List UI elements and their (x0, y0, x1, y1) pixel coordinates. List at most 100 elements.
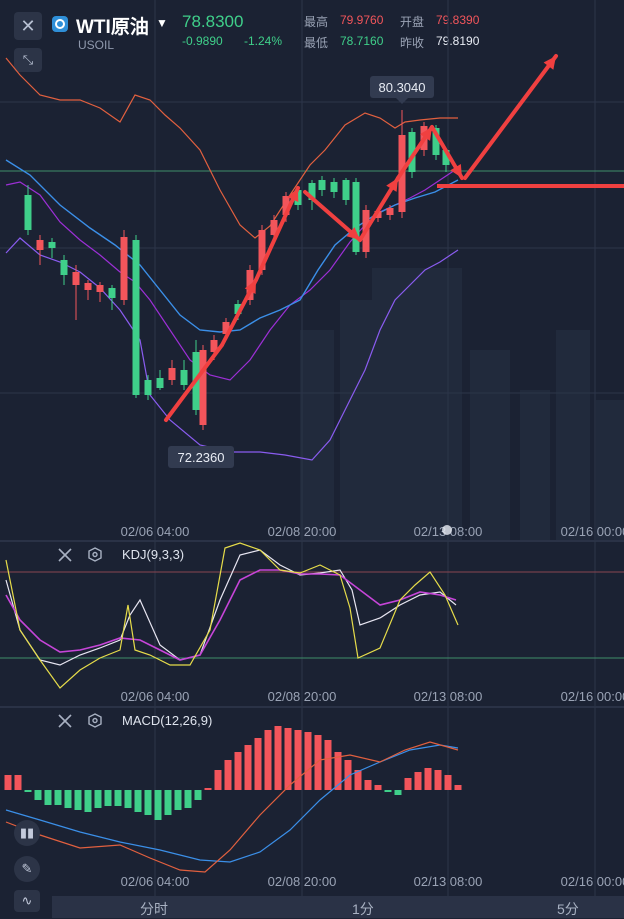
tab-timeshare[interactable]: 分时 (140, 899, 168, 919)
macd-histogram-bar (434, 770, 442, 790)
macd-histogram-bar (154, 790, 162, 820)
candle-body (342, 180, 350, 200)
macd-histogram-bar (384, 790, 392, 792)
time-label: 02/08 20:00 (268, 524, 337, 539)
macd-grid (154, 707, 596, 896)
time-label: 02/06 04:00 (121, 524, 190, 539)
chart-canvas[interactable]: 80.3040 72.2360 02/06 04:00 02/08 20:00 … (0, 0, 624, 896)
kdj-k-line (5, 549, 457, 666)
kdj-close-icon[interactable] (58, 548, 72, 562)
kdj-time-axis: 02/06 04:00 02/08 20:00 02/13 08:00 02/1… (121, 689, 624, 704)
macd-histogram-bar (314, 735, 322, 790)
candle-body (108, 288, 116, 298)
candle-body (156, 378, 164, 388)
macd-dif-line (5, 741, 459, 873)
candle-body (318, 180, 326, 190)
macd-histogram-bar (84, 790, 92, 812)
macd-histogram-bar (214, 770, 222, 790)
candle-body (132, 240, 140, 395)
time-label: 02/08 20:00 (268, 874, 337, 889)
candle-body (96, 285, 104, 292)
time-label: 02/16 00:00 (561, 874, 624, 889)
macd-histogram-bar (54, 790, 62, 805)
macd-histogram-bar (424, 768, 432, 790)
macd-histogram-bar (364, 780, 372, 790)
macd-histogram-bar (124, 790, 132, 808)
macd-histogram-bar (254, 738, 262, 790)
kdj-gear-icon[interactable] (88, 547, 102, 562)
time-label: 02/13 08:00 (414, 689, 483, 704)
max-price-tag: 80.3040 (370, 76, 434, 104)
macd-histogram-bar (134, 790, 142, 812)
macd-histogram-bar (64, 790, 72, 808)
candle-body (48, 242, 56, 248)
macd-histogram-bar (404, 778, 412, 790)
macd-histogram-bar (304, 732, 312, 790)
macd-time-axis: 02/06 04:00 02/08 20:00 02/13 08:00 02/1… (121, 874, 624, 889)
macd-histogram-bar (204, 788, 212, 790)
macd-histogram-bar (414, 772, 422, 790)
candle-body (120, 237, 128, 300)
time-label: 02/06 04:00 (121, 874, 190, 889)
time-label: 02/13 08:00 (414, 874, 483, 889)
macd-histogram-bar (394, 790, 402, 795)
candle-body (60, 260, 68, 275)
min-price-tag: 72.2360 (168, 446, 234, 468)
macd-histogram-bar (94, 790, 102, 808)
kdj-d-line (5, 569, 457, 661)
candlestick-icon[interactable]: ▮▮ (14, 820, 40, 846)
candle-body (36, 240, 44, 250)
tab-5min[interactable]: 5分 (557, 899, 579, 919)
macd-histogram-bar (234, 752, 242, 790)
macd-histogram-bar (374, 785, 382, 790)
candle-body (330, 182, 338, 192)
candle-body (386, 208, 394, 215)
indicator-icon[interactable]: ∿ (14, 890, 40, 912)
kdj-title: KDJ(9,3,3) (122, 547, 184, 562)
tab-1min[interactable]: 1分 (352, 899, 374, 919)
macd-histogram-bar (14, 775, 22, 790)
macd-close-icon[interactable] (58, 714, 72, 728)
macd-histogram-bar (174, 790, 182, 810)
macd-histogram-bar (164, 790, 172, 815)
candle-body (72, 272, 80, 285)
kdj-j-line (5, 542, 459, 689)
macd-histogram-bar (114, 790, 122, 806)
crosshair-dot[interactable] (442, 525, 452, 535)
candle-body (180, 370, 188, 385)
time-label: 02/16 00:00 (561, 524, 624, 539)
macd-histogram-bar (144, 790, 152, 815)
macd-histogram-bar (194, 790, 202, 800)
candle-body (199, 350, 207, 425)
macd-histogram-bar (284, 728, 292, 790)
time-label: 02/08 20:00 (268, 689, 337, 704)
macd-histogram-bar (244, 745, 252, 790)
time-label: 02/06 04:00 (121, 689, 190, 704)
macd-histogram-bar (274, 726, 282, 790)
macd-histogram-bar (24, 790, 32, 792)
macd-dea-line (5, 744, 459, 863)
macd-histogram-bar (74, 790, 82, 810)
macd-title: MACD(12,26,9) (122, 713, 212, 728)
macd-histogram-bar (4, 775, 12, 790)
candle-body (24, 195, 32, 230)
macd-histogram-bar (44, 790, 52, 805)
macd-histogram-bar (264, 730, 272, 790)
macd-histogram-bar (224, 760, 232, 790)
min-price-label: 72.2360 (178, 450, 225, 465)
candle-body (144, 380, 152, 395)
macd-histogram-bar (324, 740, 332, 790)
pencil-icon[interactable]: ✎ (14, 856, 40, 882)
macd-gear-icon[interactable] (88, 713, 102, 728)
max-price-label: 80.3040 (379, 80, 426, 95)
macd-histogram-bar (454, 785, 462, 790)
candle-body (352, 182, 360, 252)
projection-arrow-up (463, 54, 558, 180)
macd-histogram-bar (104, 790, 112, 806)
timeframe-bar (52, 896, 624, 918)
kdj-grid (154, 541, 596, 706)
time-label: 02/16 00:00 (561, 689, 624, 704)
macd-histogram-bar (184, 790, 192, 808)
macd-histogram-bar (444, 775, 452, 790)
candle-body (84, 283, 92, 290)
